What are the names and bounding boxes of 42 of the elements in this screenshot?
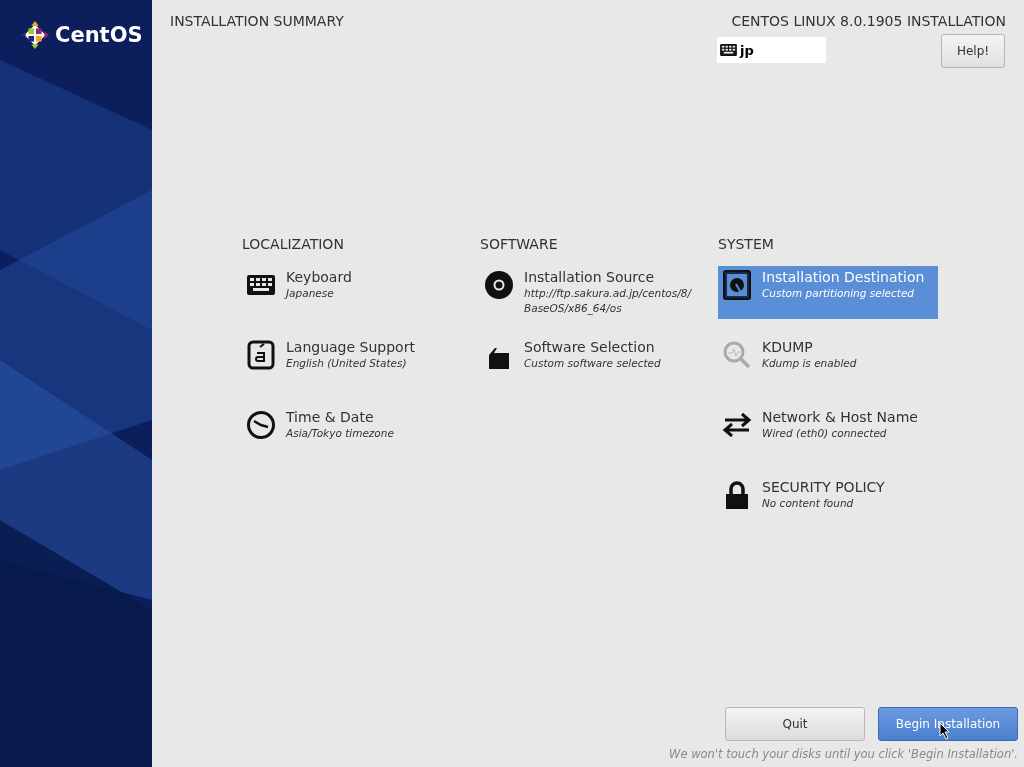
hub-item[interactable]: Language Support English (United States) [242,336,462,389]
keyboard-layout-indicator[interactable]: jp [717,37,826,63]
item-status: Custom software selected [524,356,662,371]
item-title: Time & Date [286,409,375,426]
help-button[interactable]: Help! [941,34,1005,68]
clock-icon [245,409,277,441]
hub-item[interactable]: SECURITY POLICY No content found [718,476,938,529]
hub-item[interactable]: Keyboard Japanese [242,266,462,319]
hub-item[interactable]: Software Selection Custom software selected [480,336,700,389]
item-status: Japanese [286,286,335,301]
section-heading: SOFTWARE [480,236,559,252]
item-status: http://ftp.sakura.ad.jp/centos/8/BaseOS/x86_64/os [524,286,693,316]
item-status: Custom partitioning selected [762,286,916,301]
page-title: INSTALLATION SUMMARY [170,13,344,31]
item-status: No content found [762,496,855,511]
item-title: Installation Destination [762,269,926,286]
logo-text: CentOS [55,23,143,47]
keyboard-icon [720,44,737,56]
item-title: KDUMP [762,339,814,356]
language-icon [245,339,277,371]
section-heading: SYSTEM [718,236,775,252]
footer-note: We won't touch your disks until you click 'Begin Installation'. [669,747,1018,761]
item-title: Software Selection [524,339,656,356]
item-status: Wired (eth0) connected [762,426,888,441]
item-status: Kdump is enabled [762,356,858,371]
hub-item[interactable]: KDUMP Kdump is enabled [718,336,938,389]
item-title: Keyboard [286,269,353,286]
disc-icon [483,269,515,301]
item-title: Language Support [286,339,416,356]
item-status: English (United States) [286,356,408,371]
section-heading: LOCALIZATION [242,236,345,252]
item-title: SECURITY POLICY [762,479,886,496]
product-title: CENTOS LINUX 8.0.1905 INSTALLATION [731,13,1006,29]
hub-item[interactable]: Installation Source http://ftp.sakura.ad.jp/centos/8/BaseOS/x86_64/os [480,266,700,319]
logo-icon [20,20,50,50]
magnifier-icon [721,339,753,371]
hub-item[interactable]: Time & Date Asia/Tokyo timezone [242,406,462,459]
hub-item[interactable]: Network & Host Name Wired (eth0) connected [718,406,938,459]
quit-button[interactable]: Quit [725,707,865,741]
item-status: Asia/Tokyo timezone [286,426,395,441]
item-title: Installation Source [524,269,656,286]
item-title: Network & Host Name [762,409,919,426]
